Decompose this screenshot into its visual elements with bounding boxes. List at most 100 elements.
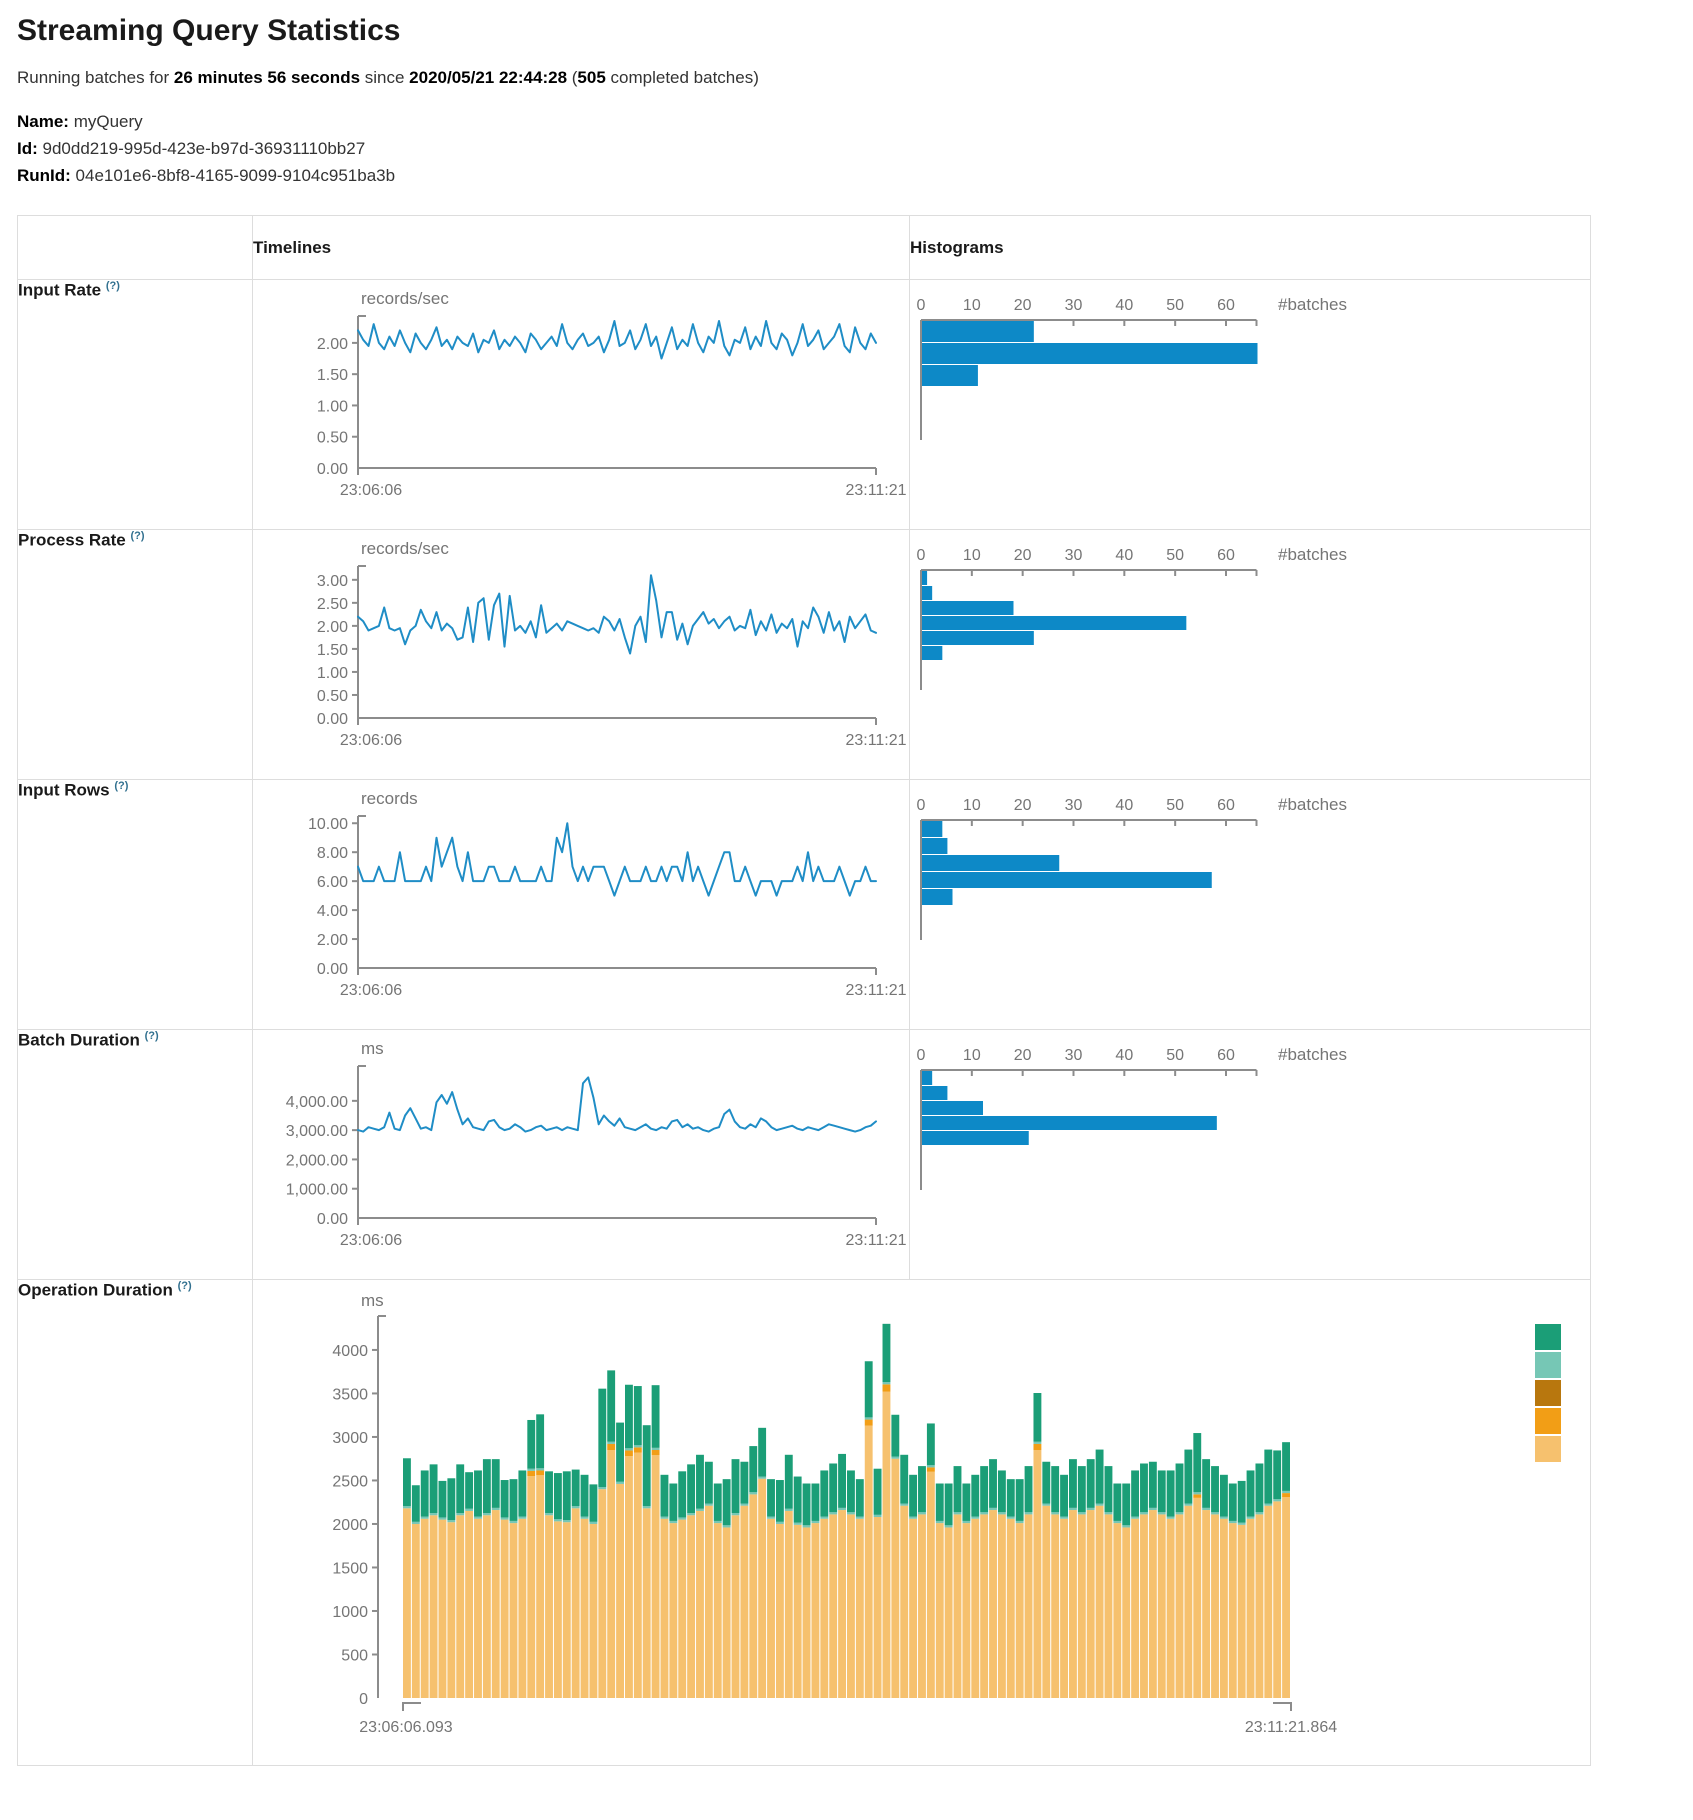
svg-text:#batches: #batches [1278, 795, 1347, 814]
svg-text:50: 50 [1166, 1047, 1184, 1064]
operation-duration-cell: ms0500100015002000250030003500400023:06:… [253, 1280, 1591, 1766]
svg-text:40: 40 [1115, 797, 1133, 814]
svg-text:20: 20 [1014, 297, 1032, 314]
svg-text:30: 30 [1065, 797, 1083, 814]
legend-swatch [1535, 1352, 1561, 1378]
query-id-value: 9d0dd219-995d-423e-b97d-36931110bb27 [38, 139, 365, 158]
svg-text:40: 40 [1115, 297, 1133, 314]
svg-text:2500: 2500 [332, 1473, 368, 1490]
svg-text:23:06:06: 23:06:06 [340, 482, 402, 499]
svg-text:23:06:06.093: 23:06:06.093 [359, 1719, 453, 1736]
running-batches-line: Running batches for 26 minutes 56 second… [17, 68, 1693, 88]
svg-text:20: 20 [1014, 797, 1032, 814]
svg-text:1.50: 1.50 [317, 367, 348, 384]
svg-text:0: 0 [917, 1047, 926, 1064]
svg-text:23:11:21: 23:11:21 [845, 1232, 906, 1249]
svg-text:1,000.00: 1,000.00 [286, 1182, 348, 1199]
legend-swatch [1535, 1408, 1561, 1434]
legend-swatch [1535, 1380, 1561, 1406]
svg-text:records/sec: records/sec [361, 539, 449, 558]
running-middle: since [360, 68, 409, 87]
column-header-timelines: Timelines [253, 216, 910, 280]
svg-text:3500: 3500 [332, 1386, 368, 1403]
svg-text:60: 60 [1217, 797, 1235, 814]
table-row-input-rows: Input Rows (?) records0.002.004.006.008.… [18, 780, 1591, 1030]
svg-text:2,000.00: 2,000.00 [286, 1152, 348, 1169]
column-header-metric [18, 216, 253, 280]
input-rows-timeline-cell: records0.002.004.006.008.0010.0023:06:06… [253, 780, 910, 1030]
svg-text:10.00: 10.00 [308, 816, 348, 833]
svg-text:50: 50 [1166, 547, 1184, 564]
svg-text:4,000.00: 4,000.00 [286, 1094, 348, 1111]
batch-duration-histogram-cell: 0102030405060#batches [910, 1030, 1591, 1280]
svg-text:20: 20 [1014, 547, 1032, 564]
svg-text:60: 60 [1217, 547, 1235, 564]
column-header-histograms: Histograms [910, 216, 1591, 280]
svg-text:10: 10 [963, 797, 981, 814]
svg-text:#batches: #batches [1278, 295, 1347, 314]
help-icon[interactable]: (?) [114, 780, 128, 792]
row-label-operation-duration: Operation Duration (?) [18, 1280, 253, 1766]
svg-text:10: 10 [963, 297, 981, 314]
svg-text:ms: ms [361, 1291, 384, 1310]
batch-duration-timeline-chart: ms0.001,000.002,000.003,000.004,000.0023… [253, 1030, 908, 1278]
metric-label: Batch Duration [18, 1031, 140, 1050]
svg-text:records/sec: records/sec [361, 289, 449, 308]
svg-text:0.00: 0.00 [317, 711, 348, 728]
running-duration: 26 minutes 56 seconds [174, 68, 360, 87]
metric-label: Operation Duration [18, 1281, 173, 1300]
batch-duration-timeline-cell: ms0.001,000.002,000.003,000.004,000.0023… [253, 1030, 910, 1280]
svg-text:2.00: 2.00 [317, 619, 348, 636]
input-rate-histogram-cell: 0102030405060#batches [910, 280, 1591, 530]
svg-text:8.00: 8.00 [317, 845, 348, 862]
svg-text:0.50: 0.50 [317, 430, 348, 447]
query-id-label: Id: [17, 139, 38, 158]
svg-text:10: 10 [963, 1047, 981, 1064]
help-icon[interactable]: (?) [178, 1280, 192, 1292]
svg-text:#batches: #batches [1278, 545, 1347, 564]
batch-duration-histogram-chart: 0102030405060#batches [910, 1030, 1589, 1278]
input-rate-histogram-chart: 0102030405060#batches [910, 280, 1589, 528]
query-runid-value: 04e101e6-8bf8-4165-9099-9104c951ba3b [71, 166, 395, 185]
svg-text:2.00: 2.00 [317, 336, 348, 353]
svg-text:60: 60 [1217, 1047, 1235, 1064]
process-rate-histogram-chart: 0102030405060#batches [910, 530, 1589, 778]
help-icon[interactable]: (?) [106, 280, 120, 292]
help-icon[interactable]: (?) [145, 1030, 159, 1042]
metric-label: Process Rate [18, 531, 126, 550]
svg-text:50: 50 [1166, 797, 1184, 814]
table-row-operation-duration: Operation Duration (?) ms050010001500200… [18, 1280, 1591, 1766]
svg-text:23:11:21.864: 23:11:21.864 [1245, 1719, 1337, 1736]
input-rate-timeline-cell: records/sec0.000.501.001.502.0023:06:062… [253, 280, 910, 530]
help-icon[interactable]: (?) [130, 530, 144, 542]
row-label-input-rate: Input Rate (?) [18, 280, 253, 530]
table-row-batch-duration: Batch Duration (?) ms0.001,000.002,000.0… [18, 1030, 1591, 1280]
svg-text:0: 0 [917, 797, 926, 814]
svg-text:23:11:21: 23:11:21 [845, 482, 906, 499]
svg-text:4000: 4000 [332, 1343, 368, 1360]
svg-text:1500: 1500 [332, 1560, 368, 1577]
svg-text:0: 0 [917, 297, 926, 314]
svg-text:1.50: 1.50 [317, 642, 348, 659]
running-start-time: 2020/05/21 22:44:28 [409, 68, 567, 87]
process-rate-timeline-cell: records/sec0.000.501.001.502.002.503.002… [253, 530, 910, 780]
svg-text:0: 0 [359, 1691, 368, 1708]
svg-text:3.00: 3.00 [317, 573, 348, 590]
query-name-line: Name: myQuery [17, 108, 1693, 135]
svg-text:23:06:06: 23:06:06 [340, 732, 402, 749]
svg-text:ms: ms [361, 1039, 384, 1058]
input-rows-histogram-chart: 0 10 20 30 40 50 60 #batches [910, 780, 1589, 1028]
svg-text:40: 40 [1115, 1047, 1133, 1064]
svg-text:1000: 1000 [332, 1604, 368, 1621]
svg-text:3000: 3000 [332, 1430, 368, 1447]
query-runid-label: RunId: [17, 166, 71, 185]
table-row-input-rate: Input Rate (?) records/sec0.000.501.001.… [18, 280, 1591, 530]
svg-text:23:11:21: 23:11:21 [845, 982, 906, 999]
svg-text:#batches: #batches [1278, 1045, 1347, 1064]
table-header-row: Timelines Histograms [18, 216, 1591, 280]
query-runid-line: RunId: 04e101e6-8bf8-4165-9099-9104c951b… [17, 162, 1693, 189]
row-label-input-rows: Input Rows (?) [18, 780, 253, 1030]
svg-text:6.00: 6.00 [317, 874, 348, 891]
svg-text:3,000.00: 3,000.00 [286, 1123, 348, 1140]
svg-text:2.00: 2.00 [317, 932, 348, 949]
